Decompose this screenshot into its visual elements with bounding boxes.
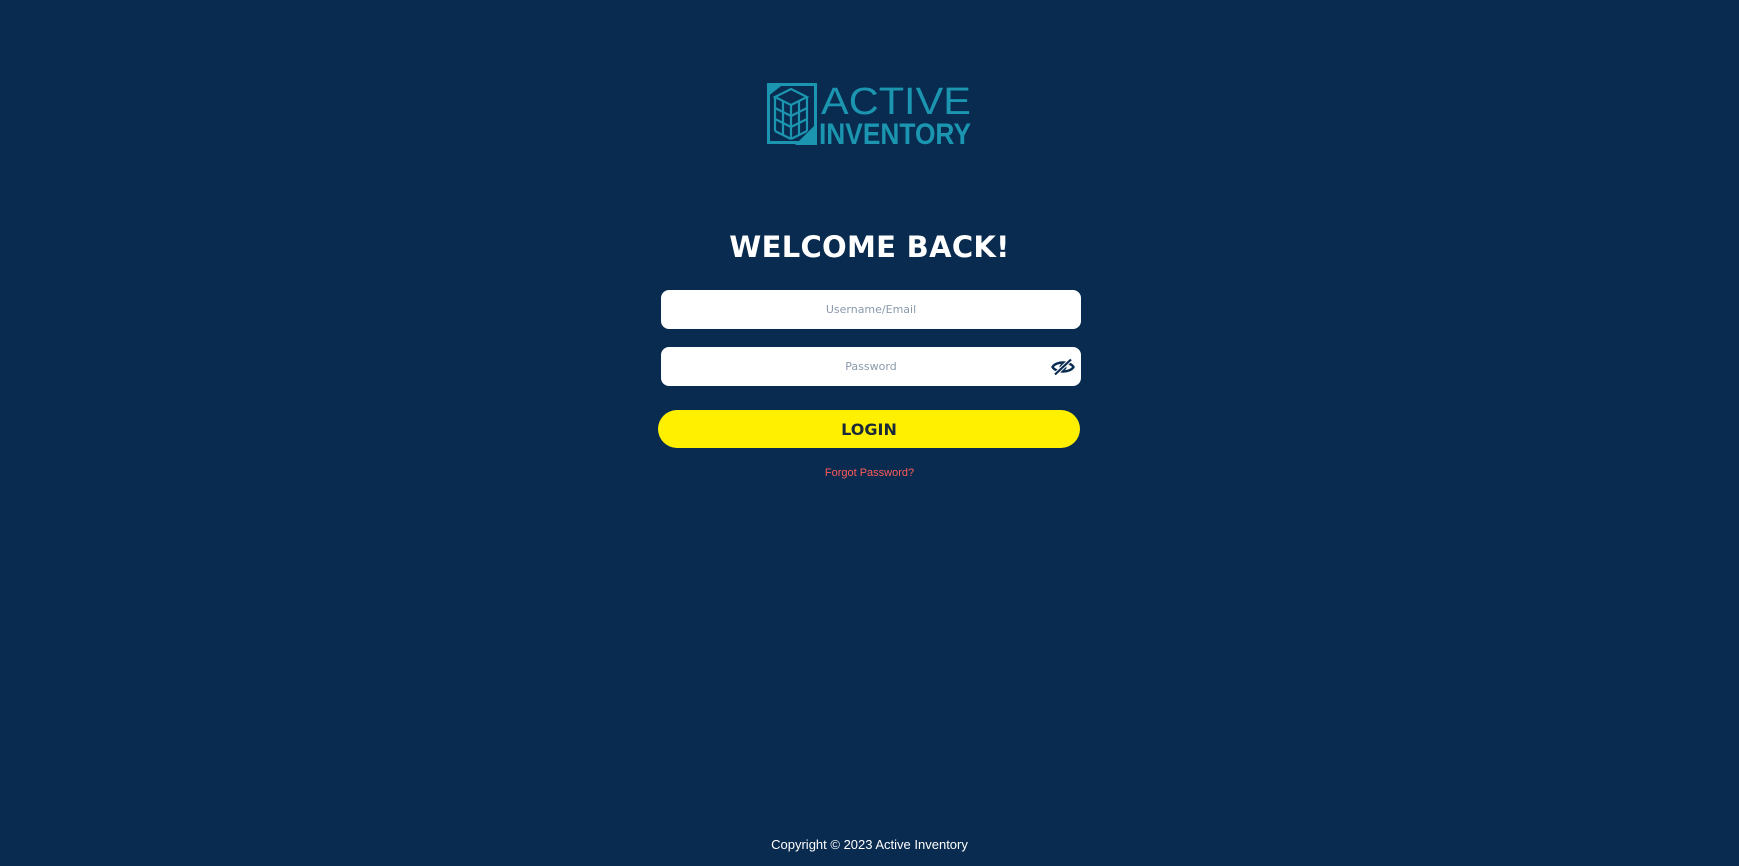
logo-line-1: ACTIVE: [821, 83, 971, 123]
login-button[interactable]: LOGIN: [658, 410, 1080, 448]
username-email-field[interactable]: [661, 290, 1081, 329]
copyright-footer: Copyright © 2023 Active Inventory: [771, 837, 968, 852]
password-field[interactable]: [661, 347, 1081, 386]
forgot-password-link[interactable]: Forgot Password?: [825, 467, 914, 479]
login-page: ACTIVE INVENTORY WELCOME BACK! LOGIN For…: [0, 0, 1739, 866]
page-title: WELCOME BACK!: [729, 230, 1010, 264]
logo-line-2: INVENTORY: [819, 118, 971, 147]
active-inventory-logo: ACTIVE INVENTORY: [767, 83, 973, 147]
eye-slash-icon[interactable]: [1051, 358, 1075, 376]
forgot-password-container: Forgot Password?: [0, 467, 1739, 479]
